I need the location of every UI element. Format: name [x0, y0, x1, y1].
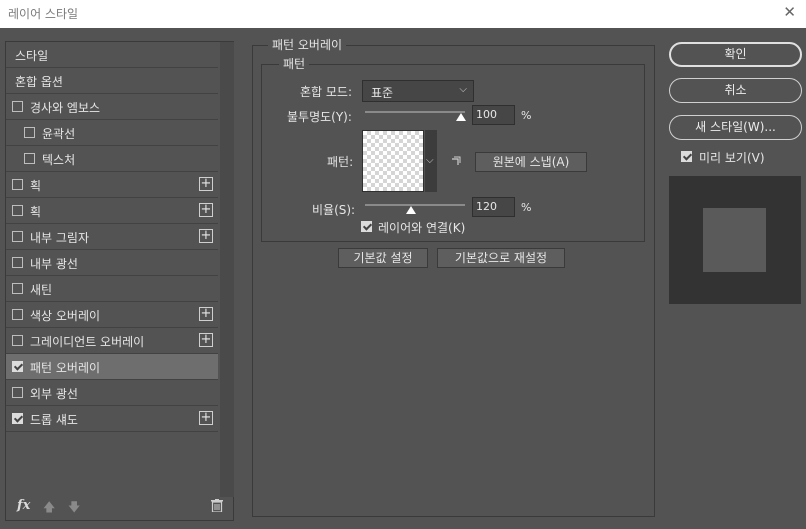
style-list-panel: 스타일 혼합 옵션 경사와 엠보스 윤곽선 텍스처 획 + 획 + 내부 그림자 + 내부 광선 새틴 색… [5, 41, 234, 521]
make-default-button[interactable]: 기본값 설정 [338, 248, 428, 268]
style-list: 스타일 혼합 옵션 경사와 엠보스 윤곽선 텍스처 획 + 획 + 내부 그림자 + 내부 광선 새틴 색… [6, 42, 218, 432]
subgroup-title: 패턴 [279, 55, 310, 72]
chevron-down-icon: ⌵ [459, 84, 467, 95]
style-list-item[interactable]: 패턴 오버레이 [6, 354, 218, 380]
blend-mode-select[interactable]: 표준 ⌵ [362, 80, 474, 102]
title-bar: 레이어 스타일 ✕ [0, 0, 806, 28]
add-effect-icon[interactable]: + [199, 307, 213, 321]
style-preview-swatch [703, 208, 766, 272]
scrollbar[interactable] [220, 42, 234, 497]
style-list-item-label: 드롭 섀도 [30, 413, 78, 427]
scale-input[interactable]: 120 [472, 197, 515, 217]
trash-icon[interactable] [211, 499, 223, 512]
opacity-slider-thumb[interactable] [456, 113, 466, 121]
add-effect-icon[interactable]: + [199, 333, 213, 347]
style-checkbox[interactable] [12, 205, 23, 216]
add-effect-icon[interactable]: + [199, 177, 213, 191]
blend-mode-label: 혼합 모드: [300, 85, 353, 99]
style-list-item-label: 획 [30, 179, 42, 193]
style-list-item[interactable]: 색상 오버레이 + [6, 302, 218, 328]
pattern-label: 패턴: [327, 155, 354, 169]
opacity-input[interactable]: 100 [472, 105, 515, 125]
link-with-layer-label[interactable]: 레이어와 연결(K) [378, 219, 465, 236]
fx-icon[interactable]: fx [17, 498, 30, 513]
add-effect-icon[interactable]: + [199, 229, 213, 243]
style-list-item-label: 획 [30, 205, 42, 219]
style-checkbox[interactable] [12, 231, 23, 242]
style-list-item-label: 패턴 오버레이 [30, 361, 101, 375]
style-list-item[interactable]: 외부 광선 [6, 380, 218, 406]
scale-label: 비율(S): [312, 203, 356, 217]
snap-to-origin-button[interactable]: 원본에 스냅(A) [475, 152, 587, 172]
cancel-button[interactable]: 취소 [669, 78, 802, 103]
move-up-icon[interactable]: 🡅 [43, 498, 55, 519]
add-effect-icon[interactable]: + [199, 411, 213, 425]
style-list-item-label: 혼합 옵션 [15, 75, 63, 89]
scale-unit: % [521, 201, 532, 214]
scale-slider-thumb[interactable] [406, 206, 416, 214]
new-preset-icon[interactable] [451, 156, 461, 166]
preview-checkbox[interactable] [681, 151, 692, 162]
opacity-slider-track[interactable] [365, 111, 465, 113]
style-list-item[interactable]: 스타일 [6, 42, 218, 68]
add-effect-icon[interactable]: + [199, 203, 213, 217]
style-checkbox[interactable] [12, 387, 23, 398]
style-list-item[interactable]: 드롭 섀도 + [6, 406, 218, 432]
opacity-unit: % [521, 109, 532, 122]
group-title: 패턴 오버레이 [268, 36, 347, 53]
style-checkbox[interactable] [24, 153, 35, 164]
reset-to-default-button[interactable]: 기본값으로 재설정 [437, 248, 565, 268]
close-icon[interactable]: ✕ [783, 3, 796, 21]
opacity-label: 불투명도(Y): [287, 110, 352, 124]
style-list-footer: fx 🡅 🡇 [6, 494, 233, 520]
style-list-item-label: 내부 광선 [30, 257, 78, 271]
pattern-swatch[interactable] [362, 130, 424, 192]
style-list-item-label: 내부 그림자 [30, 231, 90, 245]
style-checkbox[interactable] [24, 127, 35, 138]
style-list-item-label: 경사와 엠보스 [30, 101, 101, 115]
style-list-item[interactable]: 획 + [6, 172, 218, 198]
style-checkbox[interactable] [12, 283, 23, 294]
style-list-item[interactable]: 혼합 옵션 [6, 68, 218, 94]
style-list-item[interactable]: 경사와 엠보스 [6, 94, 218, 120]
new-style-button[interactable]: 새 스타일(W)... [669, 115, 802, 140]
window-title: 레이어 스타일 [8, 7, 79, 21]
move-down-icon[interactable]: 🡇 [68, 498, 80, 519]
style-checkbox[interactable] [12, 179, 23, 190]
style-list-item-label: 텍스처 [42, 153, 76, 167]
link-with-layer-checkbox[interactable] [361, 221, 372, 232]
style-list-item[interactable]: 윤곽선 [6, 120, 218, 146]
style-list-item-label: 윤곽선 [42, 127, 76, 141]
style-list-item-label: 스타일 [15, 49, 49, 63]
style-list-item-label: 색상 오버레이 [30, 309, 101, 323]
style-list-item[interactable]: 새틴 [6, 276, 218, 302]
style-list-item[interactable]: 내부 광선 [6, 250, 218, 276]
style-checkbox[interactable] [12, 335, 23, 346]
style-list-item-label: 그레이디언트 오버레이 [30, 335, 145, 349]
style-checkbox[interactable] [12, 361, 23, 372]
style-list-item[interactable]: 획 + [6, 198, 218, 224]
blend-mode-value: 표준 [371, 86, 394, 100]
ok-button[interactable]: 확인 [669, 42, 802, 67]
style-list-item[interactable]: 내부 그림자 + [6, 224, 218, 250]
preview-label[interactable]: 미리 보기(V) [699, 149, 765, 166]
style-checkbox[interactable] [12, 257, 23, 268]
style-list-item[interactable]: 그레이디언트 오버레이 + [6, 328, 218, 354]
style-checkbox[interactable] [12, 413, 23, 424]
style-checkbox[interactable] [12, 101, 23, 112]
chevron-down-icon[interactable]: ⌵ [426, 155, 434, 166]
style-list-item-label: 외부 광선 [30, 387, 78, 401]
style-list-item[interactable]: 텍스처 [6, 146, 218, 172]
style-checkbox[interactable] [12, 309, 23, 320]
style-list-item-label: 새틴 [30, 283, 53, 297]
